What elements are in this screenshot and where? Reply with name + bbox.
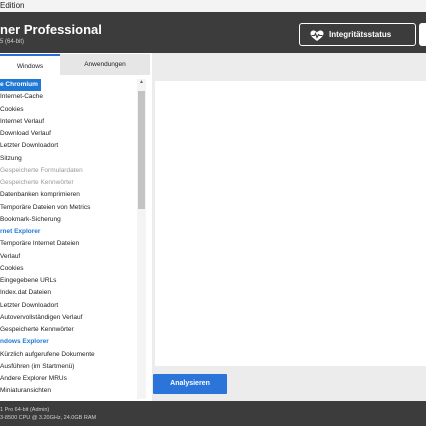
list-item[interactable]: Cookies bbox=[0, 104, 23, 116]
list-item[interactable]: Andere Explorer MRUs bbox=[0, 373, 67, 385]
list-item[interactable]: Kürzlich aufgerufene Dokumente bbox=[0, 349, 95, 361]
list-item[interactable]: Index.dat Dateien bbox=[0, 287, 51, 299]
list-item[interactable]: Letzter Downloadort bbox=[0, 300, 58, 312]
app-version: 5 (64-bit) bbox=[0, 39, 25, 45]
status-footer: 1 Pro 64-bit (Admin) 3-8500 CPU @ 3.20GH… bbox=[0, 401, 426, 426]
list-item[interactable]: Temporäre Dateien von Metrics bbox=[0, 202, 90, 214]
system-hardware-info: 3-8500 CPU @ 3.20GHz, 24.0GB RAM bbox=[0, 415, 97, 421]
system-os-info: 1 Pro 64-bit (Admin) bbox=[0, 407, 50, 413]
list-item[interactable]: Download Verlauf bbox=[0, 128, 51, 140]
list-section-header[interactable]: rnet Explorer bbox=[0, 226, 40, 238]
results-area bbox=[155, 81, 426, 366]
scroll-up-arrow-icon[interactable]: ▲ bbox=[137, 79, 146, 87]
heart-pulse-icon bbox=[310, 29, 324, 41]
list-item[interactable]: Sitzung bbox=[0, 153, 22, 165]
list-item[interactable]: Ausführen (im Startmenü) bbox=[0, 361, 74, 373]
integrity-status-button[interactable]: Integritätsstatus bbox=[299, 23, 416, 46]
window-titlebar: Edition bbox=[0, 0, 426, 12]
list-item[interactable]: Letzter Downloadort bbox=[0, 140, 58, 152]
list-item[interactable]: Bookmark-Sicherung bbox=[0, 214, 61, 226]
list-scrollbar[interactable]: ▲ bbox=[137, 79, 146, 399]
analyze-button[interactable]: Analysieren bbox=[153, 374, 227, 394]
list-item[interactable]: Temporäre Internet Dateien bbox=[0, 238, 79, 250]
list-item[interactable]: Gespeicherte Kennwörter bbox=[0, 324, 74, 336]
list-item[interactable]: Verlauf bbox=[0, 251, 20, 263]
integrity-status-label: Integritätsstatus bbox=[329, 30, 392, 39]
tab-anwendungen[interactable]: Anwendungen bbox=[60, 54, 150, 75]
cleaner-list: e Chromium Internet-Cache Cookies Internet … bbox=[0, 79, 136, 399]
list-item[interactable]: Cookies bbox=[0, 263, 23, 275]
app-header: ner Professional 5 (64-bit) Integritätss… bbox=[0, 12, 426, 53]
list-section-header[interactable]: ndows Explorer bbox=[0, 336, 49, 348]
right-panel: Analysieren bbox=[152, 53, 426, 401]
scrollbar-thumb[interactable] bbox=[138, 91, 145, 209]
list-item[interactable]: Miniaturansichten bbox=[0, 385, 51, 397]
left-panel: Windows Anwendungen e Chromium Internet-C… bbox=[0, 53, 152, 401]
list-item[interactable]: Autovervollständigen Verlauf bbox=[0, 312, 82, 324]
list-item[interactable]: Internet-Cache bbox=[0, 91, 43, 103]
list-item[interactable]: Gespeicherte Kennwörter bbox=[0, 177, 74, 189]
list-item[interactable]: Internet Verlauf bbox=[0, 116, 44, 128]
tab-windows[interactable]: Windows bbox=[0, 54, 60, 75]
app-title: ner Professional bbox=[0, 22, 102, 37]
list-section-header[interactable]: e Chromium bbox=[0, 79, 41, 91]
header-menu-button[interactable] bbox=[419, 23, 426, 46]
list-item[interactable]: Gespeicherte Formulardaten bbox=[0, 165, 83, 177]
list-item[interactable]: Datenbanken komprimieren bbox=[0, 189, 80, 201]
window-title-text: Edition bbox=[0, 1, 25, 10]
list-item[interactable]: Eingegebene URLs bbox=[0, 275, 56, 287]
